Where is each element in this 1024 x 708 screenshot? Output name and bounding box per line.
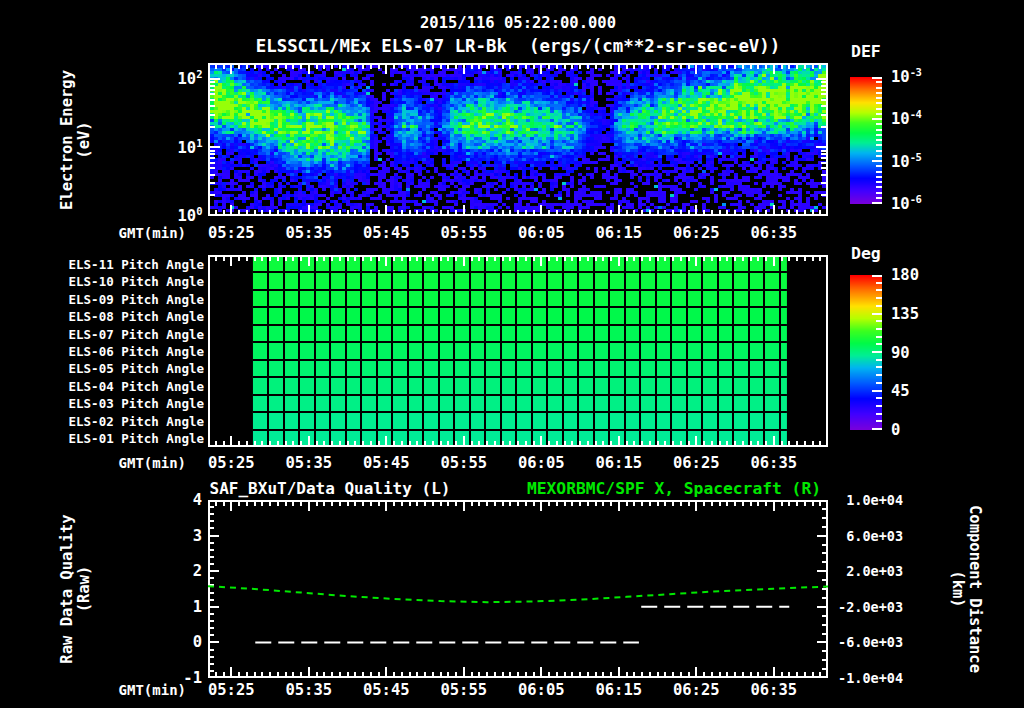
def-colorbar-tick: 10-3 (891, 68, 921, 86)
deg-colorbar-title: Deg (851, 244, 881, 263)
pitch-row-label: ELS-11 Pitch Angle (0, 256, 204, 271)
pitch-row-label: ELS-06 Pitch Angle (0, 343, 204, 358)
deg-colorbar-tick: 180 (891, 266, 919, 284)
def-colorbar (850, 77, 882, 204)
xtick-label: 05:25 (196, 681, 266, 699)
xtick-label: 05:55 (429, 454, 499, 472)
def-colorbar-tick: 10-6 (891, 195, 921, 213)
quality-ytick: -1 (130, 669, 202, 687)
deg-colorbar-tick: 135 (891, 305, 919, 323)
def-colorbar-tick: 10-5 (891, 153, 921, 171)
xtick-label: 06:15 (584, 454, 654, 472)
page: 2015/116 05:22:00.000 ELSSCIL/MEx ELS-07… (0, 0, 1024, 708)
deg-colorbar (850, 275, 882, 430)
xtick-label: 05:35 (274, 224, 344, 242)
xtick-label: 05:35 (274, 454, 344, 472)
electron-energy-spectrogram-canvas (208, 63, 828, 216)
distance-ytick: -2.0e+03 (838, 599, 903, 615)
xtick-label: 06:05 (506, 454, 576, 472)
quality-ytick: 2 (130, 562, 202, 580)
xtick-label: 05:45 (351, 454, 421, 472)
energy-ylabel: Electron Energy(eV) (59, 70, 93, 210)
xtick-label: 05:25 (196, 224, 266, 242)
distance-ytick: 1.0e+04 (838, 492, 903, 508)
xtick-label: 06:15 (584, 681, 654, 699)
pitch-angle-canvas (208, 255, 828, 447)
distance-ylabel: Component Distance(km) (949, 505, 983, 673)
distance-ytick: -1.0e+04 (838, 670, 903, 686)
pitch-row-label: ELS-05 Pitch Angle (0, 361, 204, 376)
distance-ytick: 6.0e+03 (838, 528, 903, 544)
quality-title-right: MEXORBMC/SPF X, Spacecraft (R) (515, 479, 833, 498)
xtick-label: 05:45 (351, 681, 421, 699)
deg-colorbar-tick: 0 (891, 421, 900, 439)
xtick-label: 05:45 (351, 224, 421, 242)
xtick-label: 06:25 (661, 681, 731, 699)
energy-ytick: 100 (130, 207, 202, 225)
deg-colorbar-tick: 45 (891, 382, 910, 400)
xtick-label: 06:05 (506, 224, 576, 242)
pitch-row-label: ELS-04 Pitch Angle (0, 378, 204, 393)
pitch-row-label: ELS-07 Pitch Angle (0, 326, 204, 341)
xtick-label: 05:25 (196, 454, 266, 472)
title-units: (ergs/(cm**2-sr-sec-eV)) (529, 36, 780, 56)
pitch-row-label: ELS-08 Pitch Angle (0, 309, 204, 324)
title-line2: ELSSCIL/MEx ELS-07 LR-Bk (ergs/(cm**2-sr-… (208, 36, 828, 56)
title-datetime: 2015/116 05:22:00.000 (208, 14, 828, 32)
def-colorbar-tick: 10-4 (891, 110, 921, 128)
quality-ytick: 4 (130, 491, 202, 509)
energy-ytick: 101 (130, 139, 202, 157)
xtick-label: 06:35 (739, 681, 809, 699)
xtick-label: 06:05 (506, 681, 576, 699)
quality-canvas (208, 500, 828, 678)
quality-ytick: 1 (130, 598, 202, 616)
energy-ytick: 102 (130, 70, 202, 88)
pitch-row-label: ELS-09 Pitch Angle (0, 291, 204, 306)
distance-ytick: 2.0e+03 (838, 563, 903, 579)
title-instrument: ELSSCIL/MEx ELS-07 LR-Bk (256, 36, 507, 56)
quality-ytick: 3 (130, 527, 202, 545)
xtick-label: 05:35 (274, 681, 344, 699)
xtick-label: 06:35 (739, 454, 809, 472)
def-colorbar-title: DEF (851, 42, 881, 61)
xtick-label: 06:15 (584, 224, 654, 242)
xtick-label: 06:25 (661, 454, 731, 472)
quality-ylabel: Raw Data Quality(Raw) (59, 514, 93, 663)
pitch-row-label: ELS-03 Pitch Angle (0, 396, 204, 411)
deg-colorbar-tick: 90 (891, 344, 910, 362)
xtick-label: 05:55 (429, 224, 499, 242)
xtick-label: 06:25 (661, 224, 731, 242)
pitch-row-label: ELS-10 Pitch Angle (0, 274, 204, 289)
xtick-label: 06:35 (739, 224, 809, 242)
quality-title-left: SAF_BXuT/Data Quality (L) (208, 479, 452, 498)
distance-ytick: -6.0e+03 (838, 634, 903, 650)
gmt-axis-label: GMT(min) (90, 225, 186, 241)
gmt-axis-label: GMT(min) (90, 455, 186, 471)
pitch-row-label: ELS-02 Pitch Angle (0, 413, 204, 428)
quality-ytick: 0 (130, 633, 202, 651)
pitch-row-label: ELS-01 Pitch Angle (0, 431, 204, 446)
xtick-label: 05:55 (429, 681, 499, 699)
